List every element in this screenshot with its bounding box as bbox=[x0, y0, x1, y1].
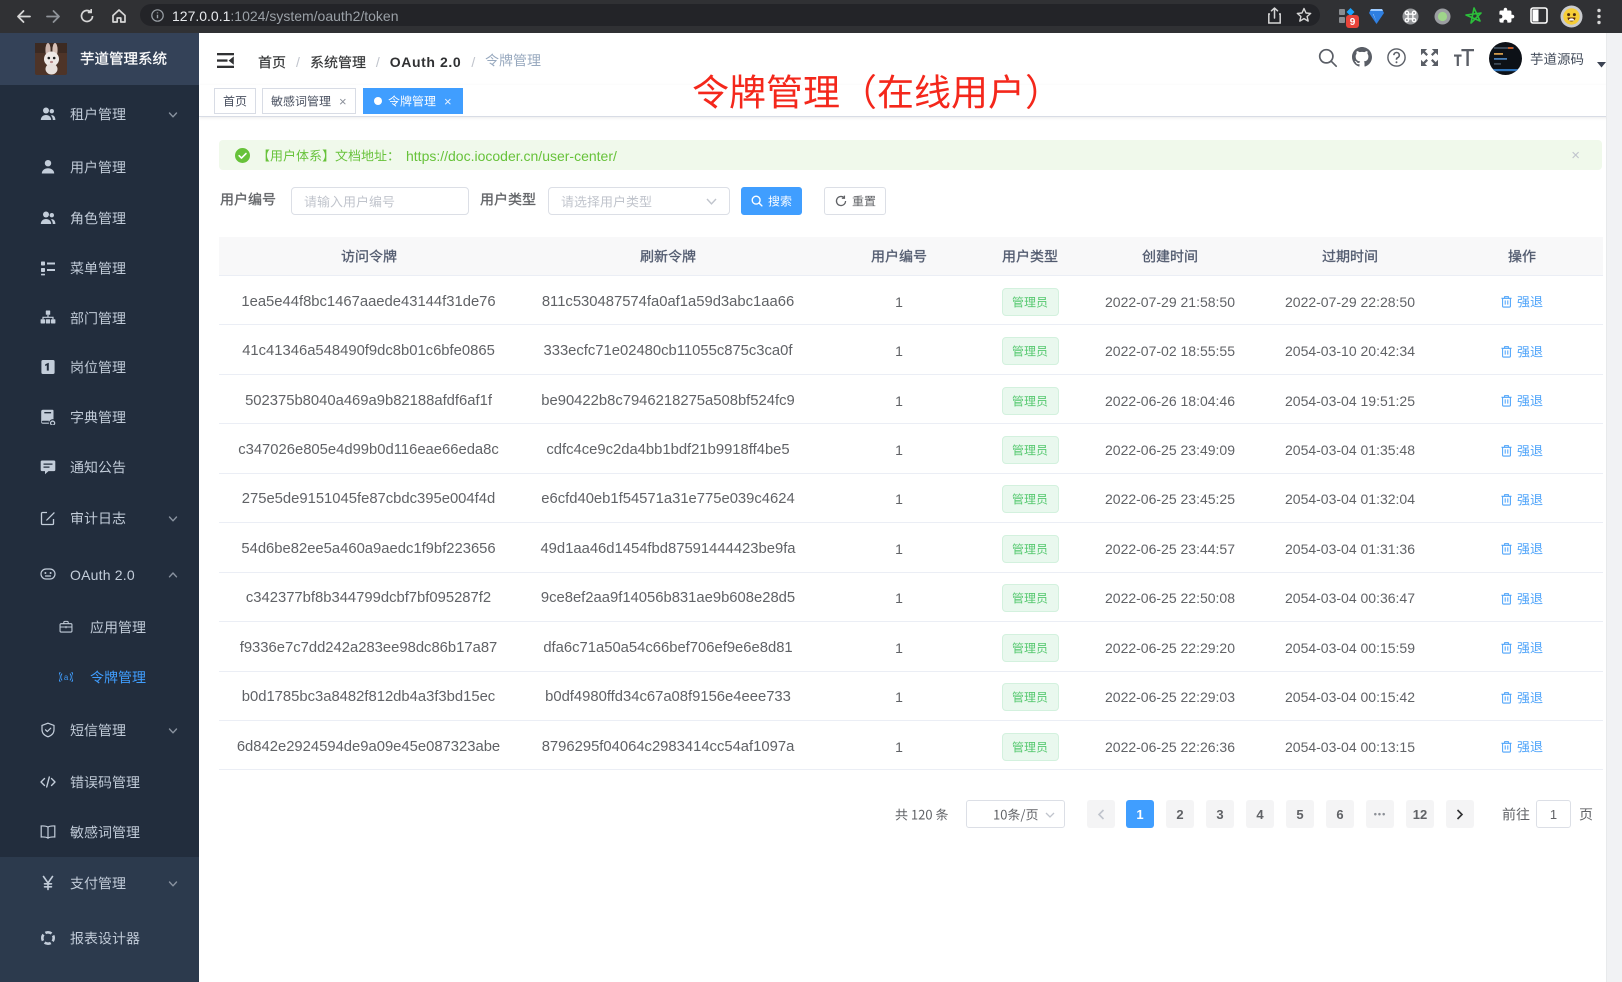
svg-text:9: 9 bbox=[1350, 17, 1356, 28]
svg-text:a: a bbox=[64, 672, 69, 681]
